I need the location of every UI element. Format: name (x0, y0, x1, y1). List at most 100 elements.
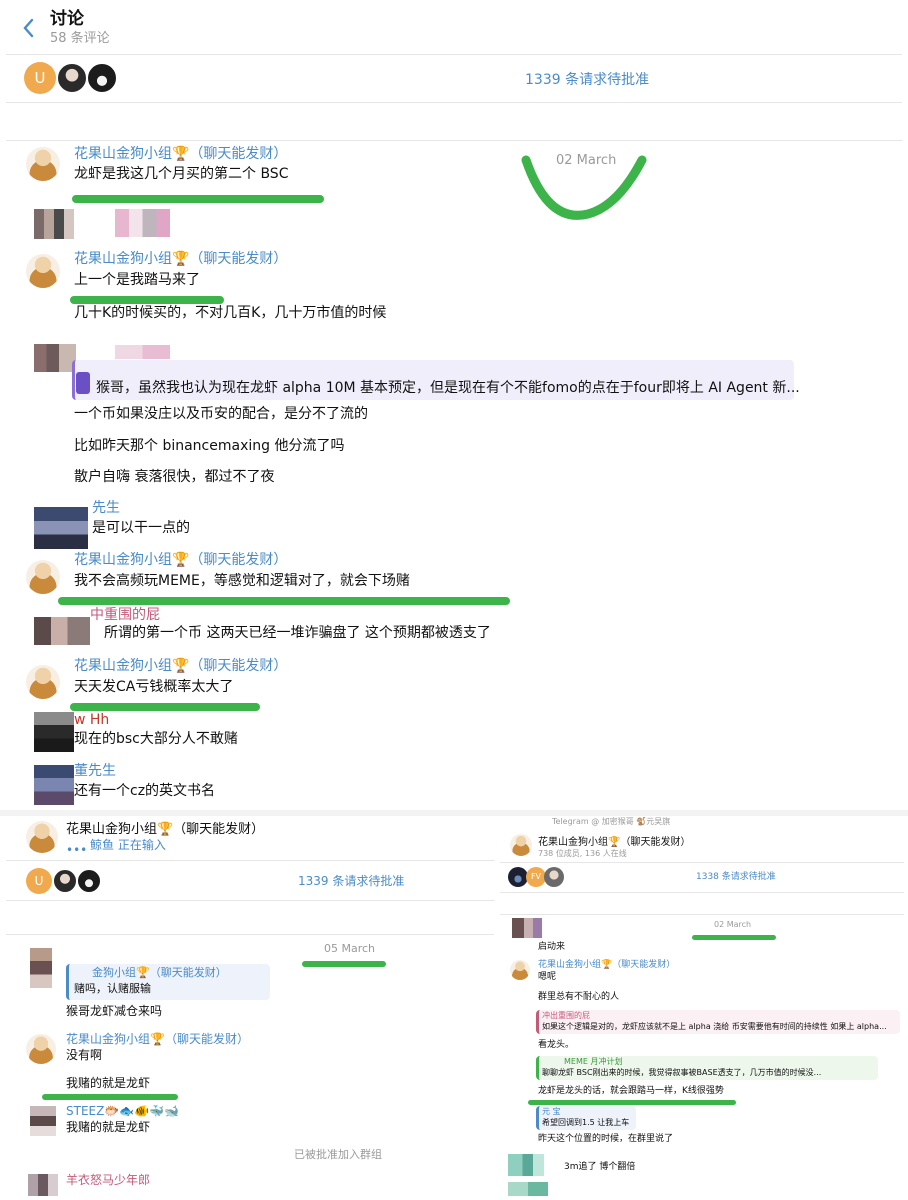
group-avatar[interactable] (26, 821, 58, 853)
avatar-woman (544, 867, 564, 887)
avatar-woman (52, 868, 78, 894)
avatar[interactable] (26, 147, 60, 181)
green-underline (692, 935, 776, 940)
message-text: 昨天这个位置的时候，在群里说了 (538, 1134, 674, 1144)
divider (500, 914, 904, 915)
avatar[interactable] (26, 1034, 56, 1064)
sender-name[interactable]: 中重围的屁 (90, 606, 160, 624)
avatar-dark (508, 867, 528, 887)
quote-sender: 元 宝 (542, 1107, 561, 1116)
message-text: 嗯呢 (538, 972, 557, 982)
date-separator: 05 March (324, 942, 376, 955)
requests-divider (6, 102, 902, 103)
sender-name[interactable]: 花果山金狗小组🏆（聊天能发财） (74, 250, 287, 268)
pixelated-avatar (34, 765, 74, 805)
sender-name[interactable]: 花果山金狗小组🏆（聊天能发财） (74, 551, 287, 569)
sender-name[interactable]: STEEZ🐡🐟🐠🐳🐋 (66, 1104, 179, 1119)
typing-dots-icon: ••• (66, 843, 88, 857)
bottom-left-screenshot: 花果山金狗小组🏆（聊天能发财） ••• 鲸鱼 正在输入 U 1339 条请求待批… (4, 816, 496, 1200)
message-text: 上一个是我踏马来了 (74, 272, 200, 288)
quote-sender: 冲出重围的屁 (542, 1011, 590, 1020)
message-text: 现在的bsc大部分人不敢赌 (74, 731, 238, 747)
pixelated-avatar (512, 918, 542, 938)
divider (6, 900, 494, 901)
pixelated-avatar (34, 507, 88, 549)
bottom-right-screenshot: Telegram @ 加密猴哥 🐒元吴旗 花果山金狗小组🏆（聊天能发财） 738… (500, 816, 904, 1200)
avatar-fv: FV (526, 867, 546, 887)
spacer-divider (6, 140, 902, 141)
pending-requests-link[interactable]: 1338 条请求待批准 (696, 872, 776, 883)
header-divider (6, 54, 902, 55)
quote-avatar-icon (76, 372, 90, 394)
message-text: 龙虾是龙头的话，就会跟踏马一样，K线很强势 (538, 1086, 724, 1096)
quote-sender: MEME 月冲计划 (564, 1057, 623, 1066)
date-separator: 02 March (714, 920, 752, 929)
page-title: 讨论 (50, 9, 84, 29)
message-text: 我赌的就是龙虾 (66, 1076, 151, 1090)
avatar[interactable] (510, 960, 530, 980)
quote-text: 如果这个逻辑是对的，龙虾应该就不是上 alpha 浇给 币安需要他有时间的持续性… (542, 1022, 887, 1031)
sender-name[interactable]: 花果山金狗小组🏆（聊天能发财） (74, 657, 287, 675)
green-underline (42, 1094, 178, 1100)
group-title: 花果山金狗小组🏆（聊天能发财） (66, 822, 265, 837)
system-message: 已被批准加入群组 (294, 1148, 382, 1161)
pending-requests-link[interactable]: 1339 条请求待批准 (298, 874, 404, 889)
green-underline (302, 961, 386, 967)
pixelated-block (115, 209, 170, 237)
sender-name[interactable]: w Hh (74, 711, 109, 729)
green-underline (58, 597, 510, 605)
message-text: 所谓的第一个币 这两天已经一堆诈骗盘了 这个预期都被透支了 (104, 625, 491, 641)
message-text: 龙虾是我这几个月买的第二个 BSC (74, 166, 289, 182)
message-text: 我赌的就是龙虾 (66, 1120, 151, 1134)
quote-text: 希望回调到1.5 让我上车 (542, 1118, 630, 1127)
divider (6, 934, 494, 935)
pending-requests-link[interactable]: 1339 条请求待批准 (525, 71, 649, 89)
top-caption: Telegram @ 加密猴哥 🐒元吴旗 (552, 817, 671, 826)
message-text: 散户自嗨 衰落很快，都过不了夜 (74, 469, 275, 485)
avatar-u: U (26, 868, 52, 894)
typing-status: 鲸鱼 正在输入 (90, 838, 166, 852)
sender-name[interactable]: 花果山金狗小组🏆（聊天能发财） (66, 1032, 249, 1047)
quote-sender: 金狗小组🏆（聊天能发财） (92, 966, 227, 979)
sender-name[interactable]: 花果山金狗小组🏆（聊天能发财） (74, 145, 287, 163)
pixelated-avatar (30, 948, 52, 988)
pixelated-avatar (34, 712, 74, 752)
sender-name[interactable]: 花果山金狗小组🏆（聊天能发财） (538, 960, 675, 971)
avatar-woman (56, 62, 88, 94)
message-text: 一个币如果没庄以及币安的配合，是分不了流的 (74, 406, 368, 422)
avatar[interactable] (26, 665, 60, 699)
pixelated-avatar (508, 1154, 544, 1176)
back-chevron-icon[interactable] (20, 16, 38, 40)
divider (500, 862, 904, 863)
message-text: 几十K的时候买的，不对几百K，几十万市值的时候 (74, 305, 387, 321)
sender-name[interactable]: 羊衣怒马少年郎 (66, 1173, 150, 1188)
green-underline (72, 195, 324, 203)
quote-text: 猴哥，虽然我也认为现在龙虾 alpha 10M 基本预定，但是现在有个不能fom… (96, 380, 800, 396)
sender-name[interactable]: 先生 (92, 499, 120, 517)
member-avatars[interactable]: U (24, 62, 120, 96)
message-text: 3m追了 博个翻倍 (564, 1162, 636, 1172)
quote-text: 赌吗，认赌服输 (74, 982, 151, 995)
pixelated-avatar (34, 617, 90, 645)
message-text: 还有一个cz的英文书名 (74, 783, 216, 799)
pixelated-avatar (30, 1106, 56, 1136)
comment-count: 58 条评论 (50, 31, 110, 46)
pixelated-avatar (28, 1174, 58, 1196)
avatar[interactable] (26, 560, 60, 594)
message-text: 没有啊 (66, 1048, 103, 1062)
group-title: 花果山金狗小组🏆（聊天能发财） (538, 837, 691, 848)
green-smile-annotation (521, 155, 647, 220)
group-avatar[interactable] (510, 834, 532, 856)
pixelated-avatar (34, 344, 76, 372)
avatar-u: U (24, 62, 56, 94)
pixelated-avatar (34, 209, 74, 239)
avatar[interactable] (26, 254, 60, 288)
message-text: 看龙头。 (538, 1040, 575, 1050)
green-underline (70, 703, 260, 711)
message-text: 启动来 (538, 942, 566, 952)
sender-name[interactable]: 董先生 (74, 762, 116, 780)
message-text: 我不会高频玩MEME，等感觉和逻辑对了，就会下场赌 (74, 573, 410, 589)
divider (500, 892, 904, 893)
message-text: 天天发CA亏钱概率太大了 (74, 679, 234, 695)
green-underline (70, 296, 224, 304)
